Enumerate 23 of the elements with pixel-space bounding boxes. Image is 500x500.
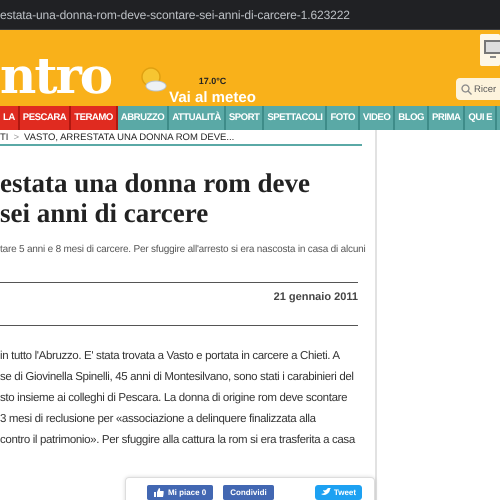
- nav-tab[interactable]: LA: [0, 106, 20, 130]
- breadcrumb-link[interactable]: TI: [0, 132, 8, 142]
- article-summary: tare 5 anni e 8 mesi di carcere. Per sfuggire all'arresto si era nascosta in casa di alcuni: [0, 244, 367, 255]
- article-body: in tutto l'Abruzzo. E' stata trovata a Vasto e portata in carcere a Chieti. A se di Giovinella Spinelli, 45 anni di Montesilvano, sono stati i carabinieri del sto insieme ai colleghi di Pescara. La donna di origine rom deve scontare 3 mesi di reclusione per «associazione a delinquere finalizzata alla contro il patrimonio». Per sfuggire alla cattura la rom si era trasferita a casa: [0, 349, 356, 448]
- share-button[interactable]: Condividi: [223, 484, 274, 500]
- article-date: 21 gennaio 2011: [272, 291, 358, 303]
- nav-tab[interactable]: TERAMO: [71, 106, 118, 130]
- search-field[interactable]: Ricer: [456, 78, 500, 100]
- article-title: estata una donna rom deve sei anni di carcere: [0, 168, 312, 228]
- tweet-button[interactable]: Tweet: [314, 484, 362, 500]
- weather-link[interactable]: Vai al meteo: [169, 89, 256, 106]
- nav-tab[interactable]: PESCARA: [20, 106, 72, 130]
- breadcrumb-separator: >: [13, 132, 20, 142]
- monitor-icon[interactable]: [480, 34, 500, 66]
- nav-tab[interactable]: VIDEO: [360, 106, 396, 130]
- site-logo[interactable]: ntro: [0, 51, 112, 101]
- sun-cloud-icon: [139, 66, 168, 92]
- search-icon: [461, 84, 472, 95]
- like-button[interactable]: Mi piace 0: [147, 484, 214, 500]
- temperature: 17.0°C: [198, 76, 226, 86]
- breadcrumb-link[interactable]: VASTO, ARRESTATA UNA DONNA ROM DEVE...: [24, 132, 234, 142]
- thumbs-up-icon: [154, 488, 164, 496]
- bird-icon: [320, 488, 331, 496]
